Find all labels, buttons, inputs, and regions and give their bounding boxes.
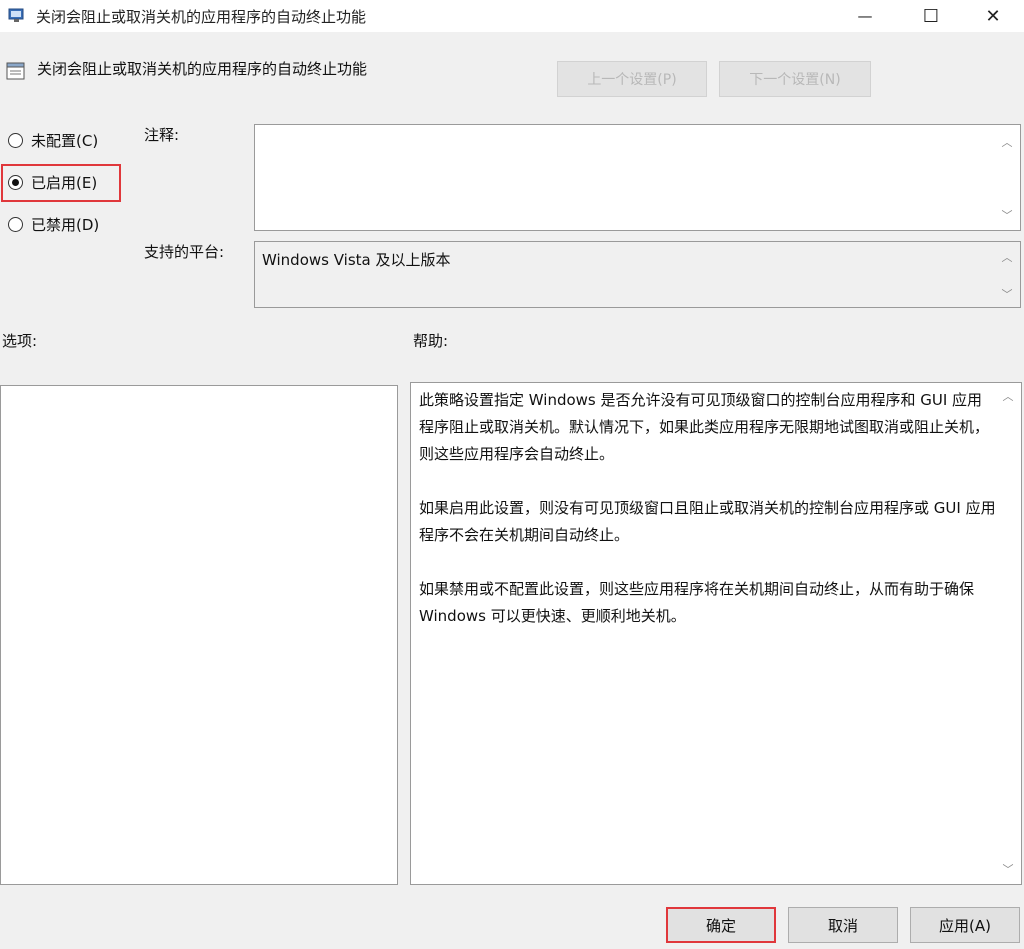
radio-unchecked-icon[interactable] [8, 217, 23, 232]
help-paragraph: 如果启用此设置，则没有可见顶级窗口且阻止或取消关机的控制台应用程序或 GUI 应… [419, 499, 996, 544]
enabled-highlight-box [1, 164, 121, 202]
platform-label: 支持的平台: [144, 243, 225, 261]
maximize-icon: ☐ [922, 5, 940, 27]
radio-disabled[interactable]: 已禁用(D) [8, 214, 99, 235]
maximize-button[interactable]: ☐ [908, 0, 954, 32]
scroll-up-icon[interactable]: ︿ [1000, 250, 1014, 264]
close-button[interactable]: ✕ [970, 0, 1016, 32]
help-text: 此策略设置指定 Windows 是否允许没有可见顶级窗口的控制台应用程序和 GU… [419, 387, 997, 657]
setting-name: 关闭会阻止或取消关机的应用程序的自动终止功能 [37, 60, 368, 78]
prev-setting-button[interactable]: 上一个设置(P) [557, 61, 707, 97]
help-paragraph: 如果禁用或不配置此设置，则这些应用程序将在关机期间自动终止，从而有助于确保 Wi… [419, 580, 975, 625]
comment-label: 注释: [144, 126, 180, 144]
scroll-down-icon[interactable]: ﹀ [1000, 208, 1014, 222]
ok-button[interactable]: 确定 [666, 907, 776, 943]
options-panel [0, 385, 398, 885]
scroll-up-icon[interactable]: ︿ [1000, 135, 1014, 149]
window-title: 关闭会阻止或取消关机的应用程序的自动终止功能 [36, 8, 367, 26]
minimize-icon: — [857, 7, 873, 25]
options-label: 选项: [2, 332, 38, 350]
scroll-down-icon[interactable]: ﹀ [1000, 287, 1014, 301]
platform-field: Windows Vista 及以上版本 ︿ ﹀ [254, 241, 1021, 308]
radio-label: 已禁用(D) [31, 216, 100, 234]
cancel-button[interactable]: 取消 [788, 907, 898, 943]
radio-not-configured[interactable]: 未配置(C) [8, 130, 98, 151]
apply-button[interactable]: 应用(A) [910, 907, 1020, 943]
help-label: 帮助: [413, 332, 449, 350]
minimize-button[interactable]: — [842, 0, 888, 32]
scroll-down-icon[interactable]: ﹀ [1001, 862, 1015, 876]
policy-icon [8, 7, 26, 23]
help-panel: 此策略设置指定 Windows 是否允许没有可见顶级窗口的控制台应用程序和 GU… [410, 382, 1022, 885]
help-paragraph: 此策略设置指定 Windows 是否允许没有可见顶级窗口的控制台应用程序和 GU… [419, 391, 990, 463]
radio-unchecked-icon[interactable] [8, 133, 23, 148]
comment-textarea[interactable]: ︿ ﹀ [254, 124, 1021, 231]
next-setting-button[interactable]: 下一个设置(N) [719, 61, 871, 97]
platform-value: Windows Vista 及以上版本 [262, 251, 451, 269]
close-icon: ✕ [985, 5, 1001, 27]
scroll-up-icon[interactable]: ︿ [1001, 389, 1015, 403]
policy-setting-icon [5, 61, 27, 81]
radio-label: 未配置(C) [31, 132, 99, 150]
